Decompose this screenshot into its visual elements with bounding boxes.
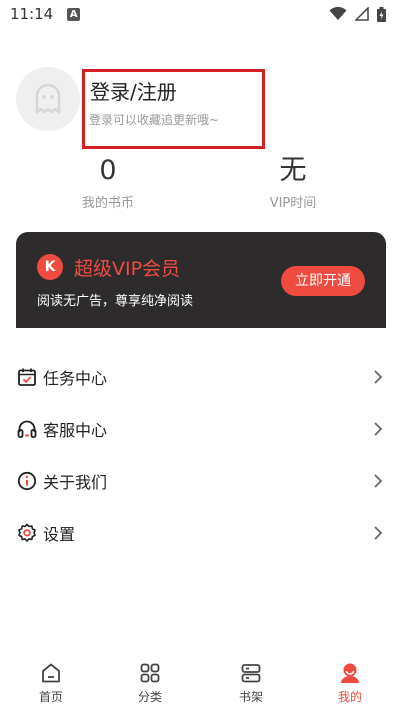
status-bar: 11:14 A — [0, 0, 400, 28]
login-register-link[interactable]: 登录/注册 — [90, 76, 177, 105]
signal-icon — [355, 7, 369, 21]
ghost-avatar-icon — [35, 83, 61, 114]
vip-logo-icon: K — [37, 254, 63, 280]
home-icon — [42, 663, 60, 683]
battery-icon — [377, 6, 386, 22]
chevron-right-icon — [374, 370, 383, 384]
grid-icon — [140, 663, 160, 683]
vip-time-label: VIP时间 — [269, 196, 317, 211]
menu-item-about-us[interactable]: 关于我们 — [0, 455, 400, 507]
chevron-right-icon — [374, 422, 383, 436]
gear-icon — [17, 523, 37, 543]
menu-item-label: 客服中心 — [43, 421, 108, 440]
wifi-icon — [329, 7, 347, 20]
headset-icon — [17, 419, 37, 439]
chevron-right-icon — [374, 526, 383, 540]
calendar-check-icon — [17, 367, 37, 387]
tab-label: 分类 — [137, 690, 162, 704]
activate-vip-button[interactable]: 立即开通 — [281, 266, 365, 296]
tab-label: 书架 — [238, 690, 263, 704]
tab-bookshelf[interactable]: 书架 — [221, 662, 281, 705]
menu-item-tasks[interactable]: 任务中心 — [0, 351, 400, 403]
tab-home[interactable]: 首页 — [21, 662, 81, 705]
coins-stat[interactable]: 0 我的书币 — [63, 154, 153, 211]
menu-item-settings[interactable]: 设置 — [0, 507, 400, 559]
menu-item-label: 设置 — [43, 525, 76, 544]
vip-title: 超级VIP会员 — [74, 258, 181, 280]
menu-item-label: 任务中心 — [43, 369, 108, 388]
avatar[interactable] — [16, 67, 80, 131]
tab-label: 首页 — [38, 690, 63, 704]
vip-banner[interactable]: K 超级VIP会员 阅读无广告，尊享纯净阅读 立即开通 — [16, 232, 386, 328]
vip-time-value: 无 — [279, 155, 307, 186]
coins-label: 我的书币 — [81, 196, 134, 211]
vip-time-stat[interactable]: 无 VIP时间 — [248, 154, 338, 211]
login-hint-text: 登录可以收藏追更新哦~ — [89, 113, 220, 127]
user-icon — [341, 663, 359, 683]
chevron-right-icon — [374, 474, 383, 488]
coins-value: 0 — [99, 155, 117, 186]
menu-item-customer-service[interactable]: 客服中心 — [0, 403, 400, 455]
vip-subtitle: 阅读无广告，尊享纯净阅读 — [37, 294, 194, 309]
bottom-tab-bar: 首页 分类 书架 我的 — [0, 652, 400, 712]
tab-mine[interactable]: 我的 — [320, 662, 380, 705]
info-icon — [17, 471, 37, 491]
notification-icon: A — [67, 7, 81, 21]
tab-label: 我的 — [337, 690, 362, 704]
bookshelf-icon — [241, 664, 261, 683]
menu-item-label: 关于我们 — [43, 473, 108, 492]
tab-category[interactable]: 分类 — [120, 662, 180, 705]
status-time: 11:14 — [10, 5, 54, 23]
